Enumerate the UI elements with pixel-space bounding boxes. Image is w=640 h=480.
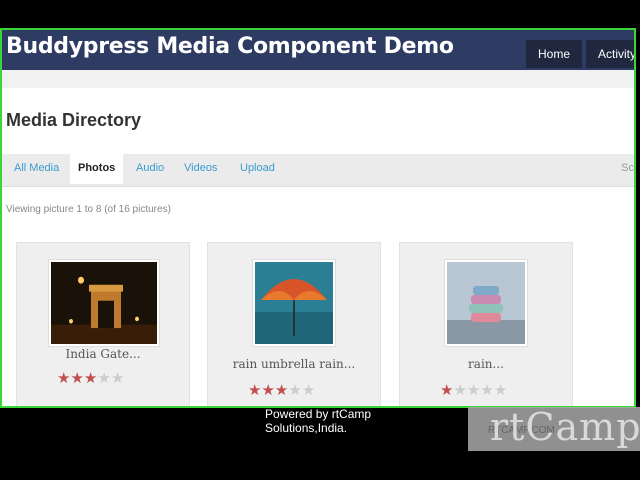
star-icon[interactable]: ★: [57, 371, 70, 386]
star-icon[interactable]: ★: [97, 371, 110, 386]
star-icon[interactable]: ★: [275, 383, 288, 398]
star-icon[interactable]: ★: [302, 383, 315, 398]
rtcamp-watermark-logo: RTCAMP.COM rtCamp: [468, 405, 640, 451]
site-title[interactable]: Buddypress Media Component Demo: [6, 34, 454, 59]
tab-audio[interactable]: Audio: [136, 154, 164, 186]
media-tabs: All Media Photos Audio Videos Upload Sc: [2, 154, 634, 187]
rating-stars[interactable]: ★ ★ ★ ★ ★: [248, 383, 420, 398]
tab-photos[interactable]: Photos: [70, 154, 124, 184]
powered-by-line2: Solutions,India.: [265, 421, 348, 435]
star-icon[interactable]: ★: [494, 383, 507, 398]
media-item[interactable]: India Gate... ★ ★ ★ ★ ★: [16, 242, 190, 406]
teacups-thumbnail[interactable]: [444, 259, 528, 347]
umbrella-thumbnail[interactable]: [252, 259, 336, 347]
star-icon[interactable]: ★: [84, 371, 97, 386]
star-icon[interactable]: ★: [288, 383, 301, 398]
star-icon[interactable]: ★: [261, 383, 274, 398]
star-icon[interactable]: ★: [480, 383, 493, 398]
nav-home[interactable]: Home: [526, 40, 583, 68]
powered-by-line1: Powered by rtCamp: [265, 407, 372, 421]
india-gate-thumbnail[interactable]: [48, 259, 160, 347]
rating-stars[interactable]: ★ ★ ★ ★ ★: [440, 383, 612, 398]
powered-by-text: Powered by rtCamp Solutions,India.: [265, 407, 371, 435]
page-title: Media Directory: [6, 110, 142, 130]
media-title[interactable]: India Gate...: [17, 347, 189, 361]
media-item[interactable]: rain umbrella rain... ★ ★ ★ ★ ★: [207, 242, 381, 406]
star-icon[interactable]: ★: [440, 383, 453, 398]
star-icon[interactable]: ★: [467, 383, 480, 398]
star-icon[interactable]: ★: [248, 383, 261, 398]
media-title[interactable]: rain umbrella rain...: [208, 357, 380, 371]
pagination-status: Viewing picture 1 to 8 (of 16 pictures): [6, 204, 171, 215]
media-title[interactable]: rain...: [400, 357, 572, 371]
subheader-bar: [2, 70, 634, 88]
site-header: Buddypress Media Component Demo Home Act…: [2, 30, 634, 70]
watermark-text: rtCamp: [490, 405, 640, 449]
star-icon[interactable]: ★: [111, 371, 124, 386]
nav-activity[interactable]: Activity: [586, 40, 634, 68]
media-item[interactable]: rain... ★ ★ ★ ★ ★: [399, 242, 573, 406]
rating-stars[interactable]: ★ ★ ★ ★ ★: [57, 371, 229, 386]
star-icon[interactable]: ★: [453, 383, 466, 398]
star-icon[interactable]: ★: [70, 371, 83, 386]
tab-overflow[interactable]: Sc: [621, 162, 634, 174]
tab-upload[interactable]: Upload: [240, 154, 275, 186]
tab-all-media[interactable]: All Media: [14, 154, 59, 186]
tab-videos[interactable]: Videos: [184, 154, 217, 186]
main-nav: Home Activity: [526, 40, 634, 68]
browser-frame: Buddypress Media Component Demo Home Act…: [0, 28, 636, 408]
